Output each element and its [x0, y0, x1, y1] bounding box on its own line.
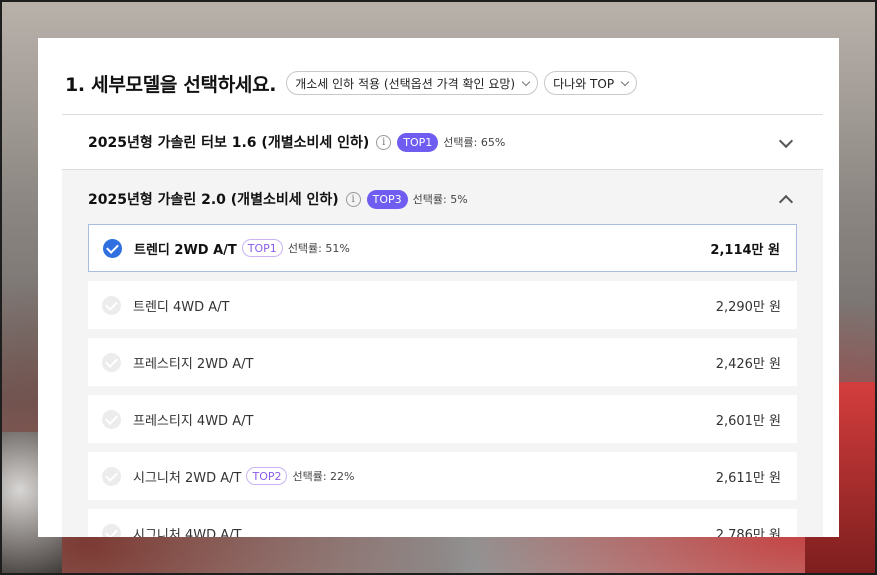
trim-name: 프레스티지 4WD A/T: [133, 413, 254, 429]
chevron-down-icon[interactable]: [778, 133, 794, 149]
trim-name: 트렌디 2WD A/T: [134, 242, 237, 258]
filter-top-label: 다나와 TOP: [553, 76, 615, 91]
trim-name: 시그니처 2WD A/T: [133, 470, 242, 486]
check-circle-icon[interactable]: [102, 409, 121, 429]
chevron-up-icon[interactable]: [778, 194, 794, 210]
trim-price: 2,426만 원: [715, 356, 781, 372]
top-badge: TOP2: [246, 467, 288, 485]
check-circle-icon[interactable]: [102, 523, 121, 537]
trim-price: 2,611만 원: [715, 470, 781, 486]
check-circle-icon[interactable]: [102, 295, 121, 315]
model-group-turbo[interactable]: 2025년형 가솔린 터보 1.6 (개별소비세 인하) i TOP1 선택률:…: [62, 114, 823, 170]
check-circle-icon[interactable]: [103, 238, 122, 258]
selection-rate: 선택률: 22%: [292, 470, 355, 483]
filter-tax-label: 개소세 인하 적용 (선택옵션 가격 확인 요망): [295, 76, 516, 91]
check-circle-icon[interactable]: [102, 352, 121, 372]
top-badge: TOP3: [366, 189, 408, 209]
check-circle-icon[interactable]: [102, 466, 121, 486]
selection-rate: 선택률: 5%: [412, 193, 468, 206]
trim-price: 2,290만 원: [715, 299, 781, 315]
trim-row[interactable]: 프레스티지 4WD A/T 2,601만 원: [88, 395, 797, 443]
group-title: 2025년형 가솔린 2.0 (개별소비세 인하): [88, 192, 339, 208]
trim-price: 2,786만 원: [715, 527, 781, 538]
chevron-down-icon: [620, 77, 630, 86]
group-title: 2025년형 가솔린 터보 1.6 (개별소비세 인하): [88, 135, 370, 151]
top-badge: TOP1: [397, 132, 439, 152]
chevron-down-icon: [521, 77, 531, 86]
info-icon[interactable]: i: [376, 134, 392, 150]
group-header[interactable]: 2025년형 가솔린 2.0 (개별소비세 인하) i TOP3 선택률: 5%: [88, 170, 468, 228]
section-title: 1. 세부모델을 선택하세요.: [65, 73, 277, 96]
trim-row[interactable]: 시그니처 2WD A/T TOP2 선택률: 22% 2,611만 원: [88, 452, 797, 500]
filter-tax-dropdown[interactable]: 개소세 인하 적용 (선택옵션 가격 확인 요망): [286, 71, 539, 95]
trim-row[interactable]: 프레스티지 2WD A/T 2,426만 원: [88, 338, 797, 386]
filter-top-dropdown[interactable]: 다나와 TOP: [544, 71, 638, 95]
trim-price: 2,114만 원: [710, 242, 780, 258]
trim-row[interactable]: 트렌디 2WD A/T TOP1 선택률: 51% 2,114만 원: [88, 224, 797, 272]
top-badge: TOP1: [241, 239, 283, 257]
selection-rate: 선택률: 51%: [287, 242, 350, 255]
trim-row[interactable]: 시그니처 4WD A/T 2,786만 원: [88, 509, 797, 537]
trim-price: 2,601만 원: [715, 413, 781, 429]
trim-row[interactable]: 트렌디 4WD A/T 2,290만 원: [88, 281, 797, 329]
model-group-gasoline-2-0: 2025년형 가솔린 2.0 (개별소비세 인하) i TOP3 선택률: 5%…: [62, 170, 823, 537]
section-header: 1. 세부모델을 선택하세요. 개소세 인하 적용 (선택옵션 가격 확인 요망…: [65, 70, 638, 96]
trim-name: 트렌디 4WD A/T: [133, 299, 230, 315]
trim-name: 시그니처 4WD A/T: [133, 527, 242, 538]
trim-name: 프레스티지 2WD A/T: [133, 356, 254, 372]
info-icon[interactable]: i: [345, 191, 361, 207]
selection-rate: 선택률: 65%: [443, 136, 506, 149]
model-select-panel: 1. 세부모델을 선택하세요. 개소세 인하 적용 (선택옵션 가격 확인 요망…: [38, 38, 839, 537]
